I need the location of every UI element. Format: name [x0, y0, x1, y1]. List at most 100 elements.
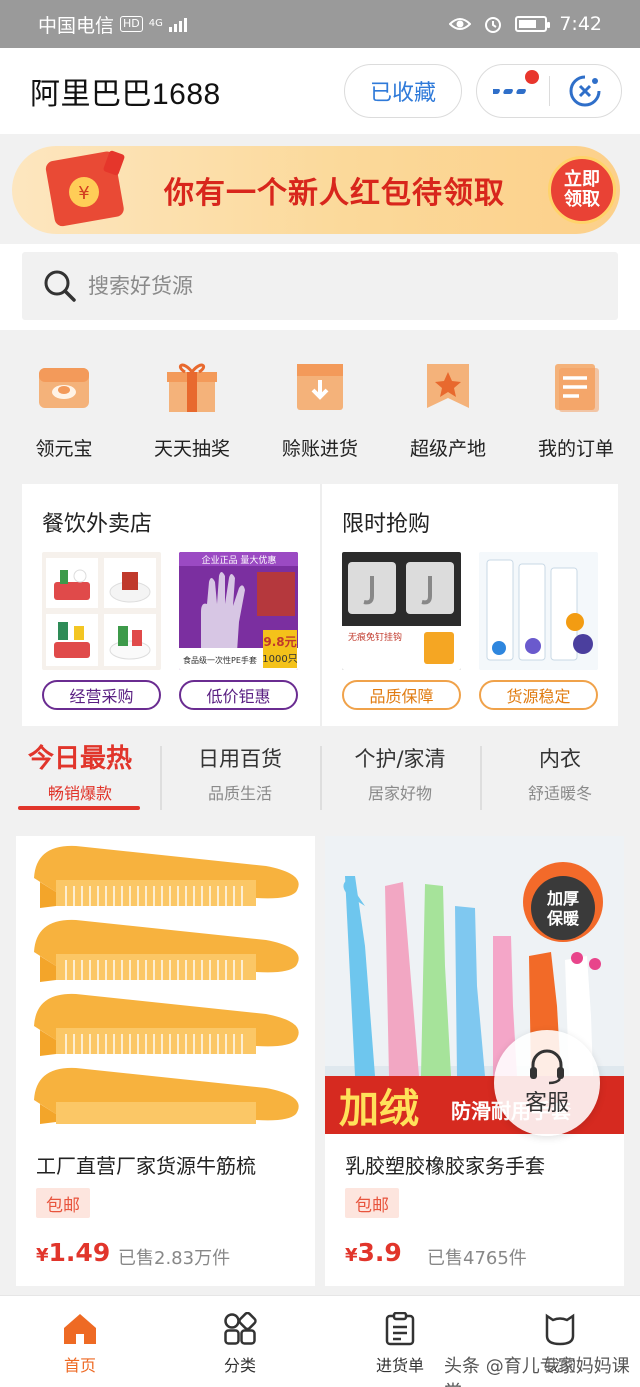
ingot-icon: [39, 368, 89, 408]
tab-personal-care[interactable]: 个护/家清 居家好物: [320, 740, 480, 826]
tab-subtitle: 舒适暖冬: [527, 784, 592, 803]
tab-title: 日用百货: [198, 747, 282, 771]
headset-icon: [530, 1049, 564, 1085]
comb-image: [16, 836, 315, 1134]
toothpaste-image[interactable]: [479, 552, 598, 670]
gloves-banner-text: 企业正品 量大优惠: [202, 554, 277, 566]
customer-service-button[interactable]: 客服: [494, 1030, 600, 1136]
claim-button[interactable]: 立即领取: [548, 156, 616, 224]
carrier-name: 中国电信: [38, 14, 115, 37]
gift-box-icon: [167, 363, 217, 412]
promo-panel: 餐饮外卖店 企业正品 量大优惠 食品级一次性PE手套 9.8元 1000只 经营…: [22, 484, 618, 726]
gloves-qty: 1000只: [262, 654, 297, 665]
quick-entry-orders[interactable]: 我的订单: [512, 330, 640, 480]
category-tabs: 今日最热 畅销爆款 日用百货 品质生活 个护/家清 居家好物 内衣 舒适暖冬: [0, 740, 640, 826]
quick-entry-origin[interactable]: 超级产地: [384, 330, 512, 480]
app-header: 阿里巴巴1688 已收藏: [0, 48, 640, 134]
tab-today-hot[interactable]: 今日最热 畅销爆款: [0, 740, 160, 826]
product-card-comb[interactable]: 工厂直营厂家货源牛筋梳 包邮 ¥ 1.49 已售2.83万件: [16, 836, 315, 1286]
new-user-redpacket-banner[interactable]: ¥ 你有一个新人红包待领取 立即领取: [12, 146, 620, 234]
promo-tag[interactable]: 品质保障: [342, 680, 461, 710]
cake-toppers-image[interactable]: [42, 552, 161, 670]
page-title: 阿里巴巴1688: [30, 78, 221, 111]
quick-entries: 领元宝 天天抽奖 赊账进货 超级产地 我的订单: [0, 330, 640, 480]
search-icon: [44, 270, 76, 302]
tab-title: 内衣: [539, 747, 581, 771]
home-icon: [64, 1314, 96, 1344]
promo-catering[interactable]: 餐饮外卖店 企业正品 量大优惠 食品级一次性PE手套 9.8元 1000只 经营…: [22, 484, 320, 726]
red-envelope-icon: ¥: [45, 150, 125, 227]
promo-title: 限时抢购: [342, 512, 431, 537]
nav-label: 进货单: [375, 1356, 424, 1375]
close-circle-icon: [570, 75, 601, 107]
nav-category[interactable]: 分类: [160, 1296, 320, 1387]
watermark: 头条 @育儿专家妈妈课堂: [444, 1356, 630, 1387]
quick-entry-label: 领元宝: [35, 438, 93, 460]
promo-tag[interactable]: 货源稳定: [479, 680, 598, 710]
warm-badge: 加厚 保暖: [523, 862, 603, 942]
eye-icon: [449, 18, 472, 30]
currency-symbol: ¥: [36, 1245, 49, 1266]
more-dots-icon: [493, 89, 526, 94]
search-bar[interactable]: [22, 252, 618, 320]
banner-text: 你有一个新人红包待领取: [164, 176, 505, 211]
battery-icon: [515, 16, 551, 32]
clock: 7:42: [559, 13, 602, 35]
gloves-caption: 加绒: [339, 1086, 419, 1132]
price-value: 1.49: [48, 1238, 111, 1267]
quick-entry-label: 天天抽奖: [153, 438, 230, 460]
quick-entry-credit-purchase[interactable]: 赊账进货: [256, 330, 384, 480]
tab-subtitle: 畅销爆款: [47, 784, 112, 803]
free-shipping-badge: 包邮: [345, 1188, 399, 1218]
quick-entry-label: 我的订单: [537, 438, 614, 460]
search-input[interactable]: [88, 274, 568, 298]
sold-count: 已售2.83万件: [118, 1248, 231, 1269]
product-price: ¥ 3.9: [345, 1238, 402, 1267]
profile-icon: [545, 1313, 575, 1346]
hooks-label: 无痕免钉挂钩: [348, 631, 402, 643]
nav-home[interactable]: 首页: [0, 1296, 160, 1387]
promo-title: 餐饮外卖店: [42, 512, 153, 537]
quick-entry-lottery[interactable]: 天天抽奖: [128, 330, 256, 480]
quick-entry-ingot[interactable]: 领元宝: [0, 330, 128, 480]
customer-service-label: 客服: [524, 1091, 569, 1116]
purchase-list-icon: [385, 1312, 415, 1346]
download-box-icon: [297, 364, 343, 410]
more-button[interactable]: [477, 64, 549, 118]
sold-count: 已售4765件: [427, 1248, 527, 1269]
tab-subtitle: 品质生活: [207, 784, 272, 803]
tab-underwear[interactable]: 内衣 舒适暖冬: [480, 740, 640, 826]
network-type: 4G: [148, 18, 163, 29]
promo-flash-sale[interactable]: 限时抢购 无痕免钉挂钩 品质保障 货源稳定: [320, 484, 618, 726]
product-price: ¥ 1.49: [36, 1238, 110, 1267]
notification-dot: [525, 70, 539, 84]
favorite-button[interactable]: 已收藏: [344, 64, 462, 118]
tab-subtitle: 居家好物: [367, 784, 432, 803]
search-section: [0, 244, 640, 330]
currency-symbol: ¥: [345, 1245, 358, 1266]
disposable-gloves-image[interactable]: 企业正品 量大优惠 食品级一次性PE手套 9.8元 1000只: [179, 552, 298, 670]
signal-icon: [168, 16, 187, 32]
tab-title: 个护/家清: [354, 747, 446, 771]
price-value: 3.9: [357, 1238, 402, 1267]
close-button[interactable]: [550, 64, 621, 118]
tab-title: 今日最热: [27, 744, 132, 774]
badge-text: 加厚: [546, 889, 579, 908]
currency-symbol: ¥: [78, 183, 89, 204]
nav-label: 首页: [63, 1356, 96, 1375]
tab-daily-goods[interactable]: 日用百货 品质生活: [160, 740, 320, 826]
mini-program-capsule: [476, 64, 622, 118]
promo-tag[interactable]: 低价钜惠: [179, 680, 298, 710]
quick-entry-label: 超级产地: [409, 438, 486, 460]
wall-hooks-image[interactable]: 无痕免钉挂钩: [342, 552, 461, 670]
alarm-icon: [485, 17, 502, 33]
gloves-product-label: 食品级一次性PE手套: [183, 655, 257, 665]
gloves-price: 9.8元: [263, 635, 296, 649]
product-name: 工厂直营厂家货源牛筋梳: [36, 1154, 256, 1178]
category-icon: [224, 1312, 257, 1345]
svg-text:保暖: 保暖: [546, 909, 580, 928]
product-name: 乳胶塑胶橡胶家务手套: [345, 1154, 545, 1178]
promo-tag[interactable]: 经营采购: [42, 680, 161, 710]
hd-badge: HD: [120, 16, 143, 32]
order-list-icon: [555, 364, 599, 412]
